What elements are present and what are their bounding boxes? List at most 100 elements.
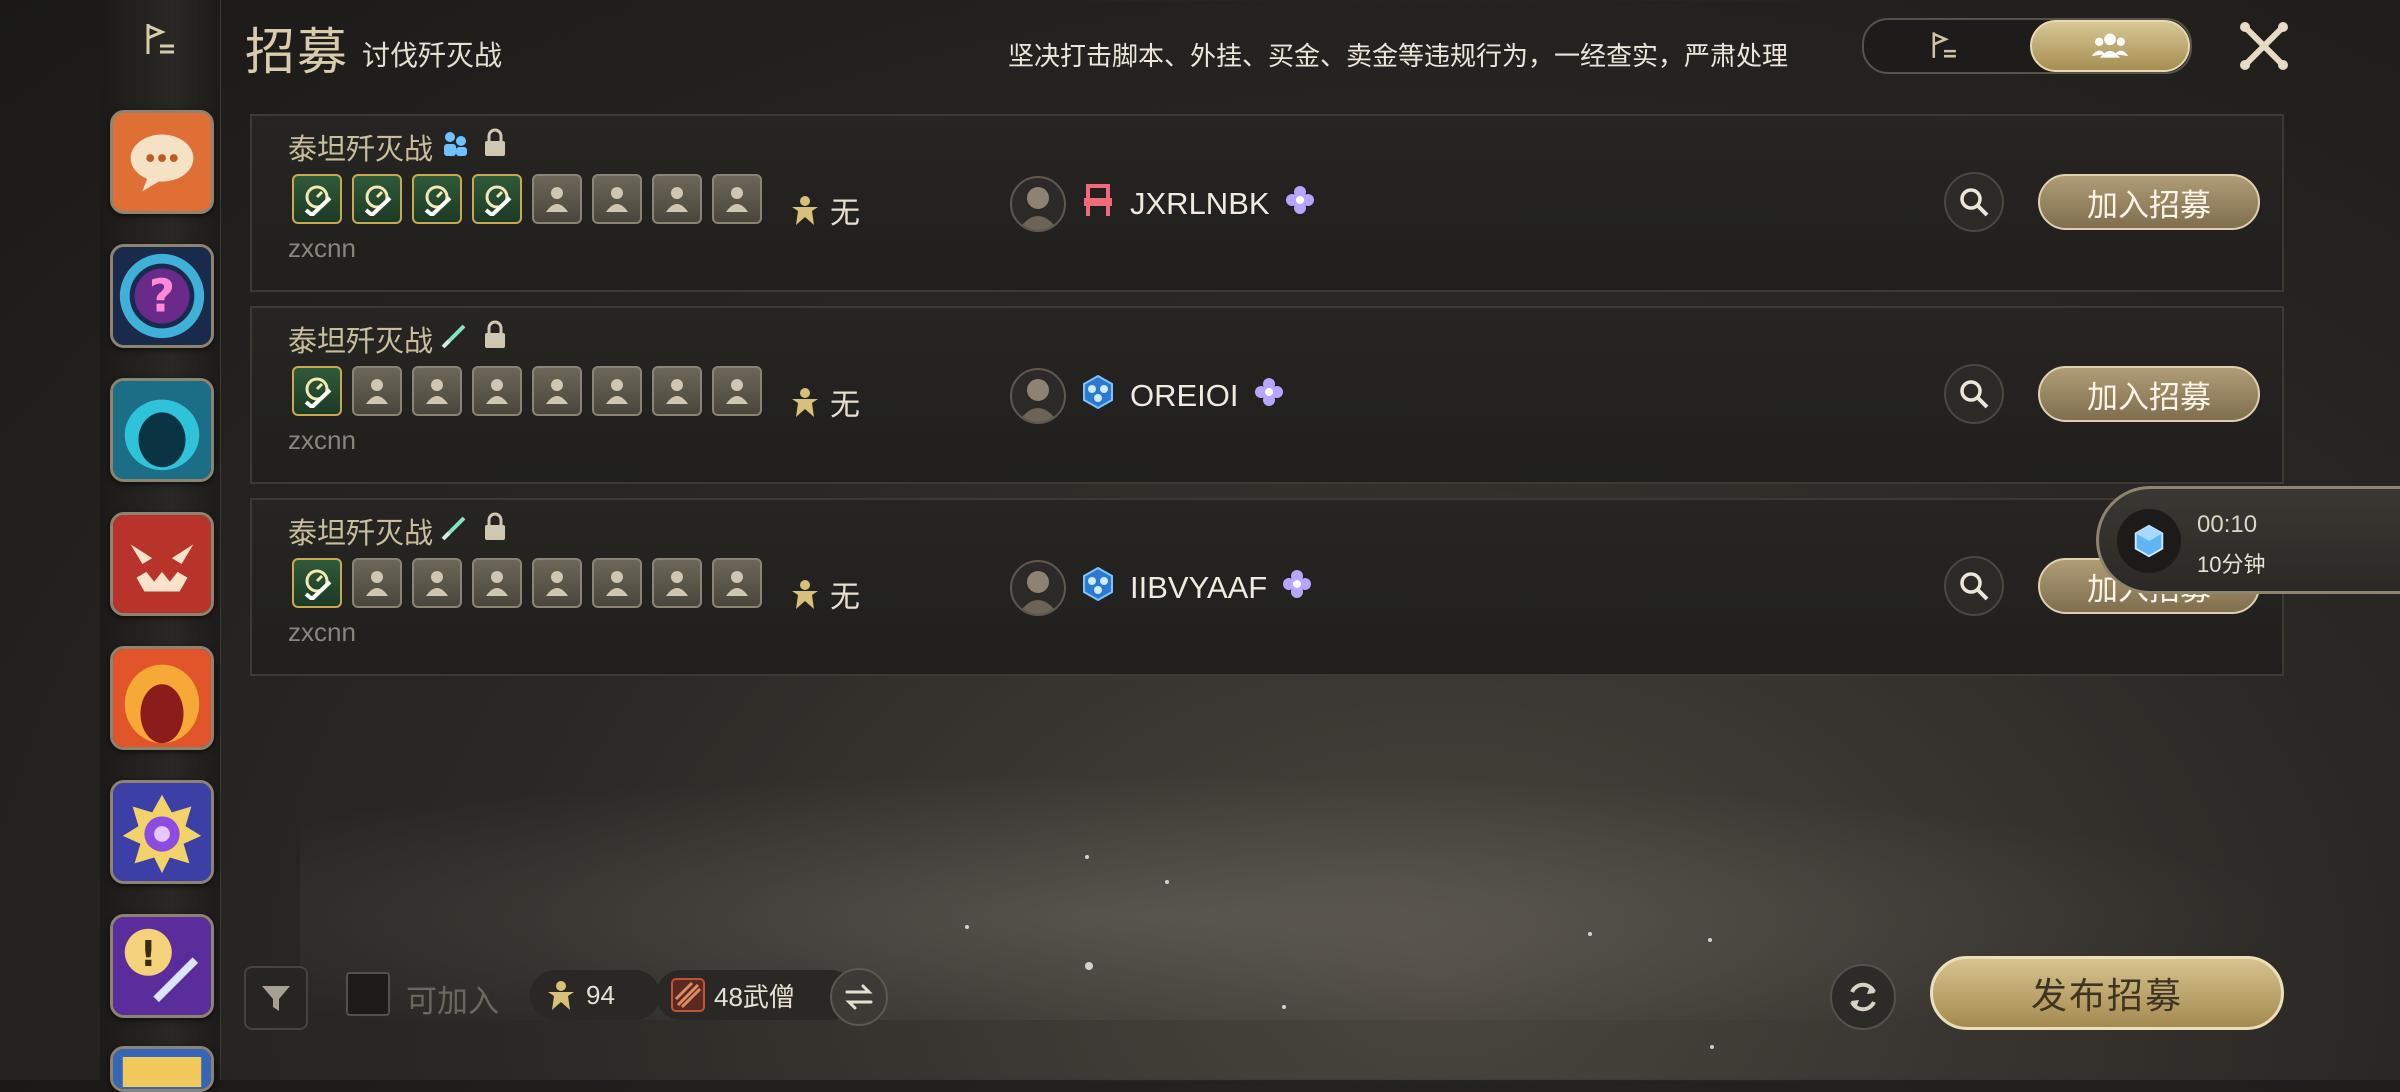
cube-icon bbox=[2134, 524, 2164, 558]
job-value: 48武僧 bbox=[714, 981, 795, 1012]
inspect-button[interactable] bbox=[1944, 364, 2004, 424]
lock-icon bbox=[482, 320, 508, 355]
party-leader: IIBVYAAF bbox=[1010, 560, 1313, 616]
job-display: 48武僧 bbox=[656, 970, 856, 1020]
party-shield-icon bbox=[1080, 374, 1116, 418]
duty-tags bbox=[440, 128, 508, 163]
recruit-owner: zxcnn bbox=[288, 617, 356, 647]
left-sidebar: ? ! bbox=[100, 0, 221, 1092]
party-slot-empty bbox=[712, 366, 762, 416]
ticket-icon bbox=[113, 1049, 211, 1089]
party-slot-empty bbox=[592, 366, 642, 416]
sparkle bbox=[965, 925, 969, 929]
item-level-requirement: 无 bbox=[788, 380, 860, 424]
join-recruit-button[interactable]: 加入招募 bbox=[2038, 174, 2260, 230]
party-slot-empty bbox=[712, 174, 762, 224]
recruit-owner: zxcnn bbox=[288, 233, 356, 263]
recruit-row[interactable]: 泰坦歼灭战 无 zxcnn IIBVYAAF 加入招募 bbox=[250, 498, 2284, 676]
item-level-icon bbox=[792, 580, 818, 609]
lock-icon bbox=[482, 128, 508, 163]
list-flag-icon bbox=[146, 24, 174, 54]
sword-icon bbox=[440, 320, 470, 355]
sparkle bbox=[1282, 1005, 1286, 1009]
duty-tags bbox=[440, 320, 508, 355]
view-toggle bbox=[1862, 18, 2192, 74]
leader-name: IIBVYAAF bbox=[1130, 570, 1268, 605]
joinable-checkbox[interactable] bbox=[346, 972, 390, 1016]
sidebar-quest-button[interactable]: ! bbox=[110, 914, 214, 1018]
party-leader: JXRLNBK bbox=[1010, 176, 1316, 232]
item-level-display: 94 bbox=[530, 970, 660, 1020]
queue-timer-popup[interactable]: 00:10 10分钟 bbox=[2096, 486, 2400, 594]
party-slot-empty bbox=[652, 558, 702, 608]
inspect-button[interactable] bbox=[1944, 556, 2004, 616]
recruit-row[interactable]: 泰坦歼灭战 无 zxcnn JXRLNBK 加入招募 bbox=[250, 114, 2284, 292]
sparkle bbox=[1085, 962, 1093, 970]
monk-job-icon bbox=[671, 978, 705, 1012]
sword-alert-icon: ! bbox=[113, 917, 211, 1015]
flower-icon bbox=[1253, 376, 1285, 416]
filter-button[interactable] bbox=[244, 966, 308, 1030]
party-icon bbox=[2091, 33, 2129, 58]
sidebar-trial-button[interactable] bbox=[110, 512, 214, 616]
refresh-button[interactable] bbox=[1830, 964, 1896, 1030]
join-recruit-button[interactable]: 加入招募 bbox=[2038, 366, 2260, 422]
avatar[interactable] bbox=[1010, 368, 1066, 424]
sidebar-dungeon-button[interactable] bbox=[110, 378, 214, 482]
sidebar-chat-button[interactable] bbox=[110, 110, 214, 214]
swap-job-button[interactable] bbox=[830, 968, 888, 1026]
svg-text:?: ? bbox=[149, 270, 175, 323]
close-button[interactable] bbox=[2236, 18, 2292, 74]
joinable-label: 可加入 bbox=[406, 984, 499, 1019]
item-level-icon bbox=[792, 196, 818, 225]
publish-recruit-button[interactable]: 发布招募 bbox=[1930, 956, 2284, 1030]
item-level-requirement: 无 bbox=[788, 188, 860, 232]
sidebar-help-button[interactable]: ? bbox=[110, 244, 214, 348]
party-slot-empty bbox=[712, 558, 762, 608]
avatar[interactable] bbox=[1010, 176, 1066, 232]
toggle-list-view[interactable] bbox=[1864, 20, 2024, 72]
list-flag-icon bbox=[1932, 32, 1956, 58]
chair-icon bbox=[1080, 182, 1116, 226]
inspect-button[interactable] bbox=[1944, 172, 2004, 232]
sparkle bbox=[1710, 1045, 1714, 1049]
filter-icon bbox=[262, 986, 290, 1011]
search-icon bbox=[1960, 380, 1989, 409]
search-icon bbox=[1960, 188, 1989, 217]
party-slot-filled bbox=[292, 366, 342, 416]
sparkle bbox=[1085, 855, 1089, 859]
lock-icon bbox=[482, 512, 508, 547]
sidebar-pvp-button[interactable] bbox=[110, 780, 214, 884]
svg-text:!: ! bbox=[140, 934, 156, 975]
party-slot-empty bbox=[412, 366, 462, 416]
party-slot-filled bbox=[292, 174, 342, 224]
refresh-icon bbox=[1850, 982, 1876, 1012]
party-slot-filled bbox=[412, 174, 462, 224]
flower-icon bbox=[1284, 184, 1316, 224]
toggle-party-view[interactable] bbox=[2030, 20, 2190, 72]
sidebar-ticket-button[interactable] bbox=[110, 1046, 214, 1092]
menu-list-button[interactable] bbox=[100, 0, 220, 80]
party-slot-empty bbox=[472, 558, 522, 608]
timer-label: 10分钟 bbox=[2197, 552, 2266, 577]
party-slot-filled bbox=[352, 174, 402, 224]
party-slot-filled bbox=[472, 174, 522, 224]
party-slot-empty bbox=[592, 558, 642, 608]
requirement-value: 无 bbox=[830, 581, 860, 614]
duty-name: 泰坦歼灭战 bbox=[288, 134, 434, 166]
sidebar-raid-button[interactable] bbox=[110, 646, 214, 750]
portal-icon bbox=[113, 381, 211, 479]
requirement-value: 无 bbox=[830, 389, 860, 422]
flower-icon bbox=[1281, 568, 1313, 608]
recruit-row[interactable]: 泰坦歼灭战 无 zxcnn OREIOI 加入招募 bbox=[250, 306, 2284, 484]
avatar[interactable] bbox=[1010, 560, 1066, 616]
page-title: 招募 bbox=[245, 24, 349, 80]
party-slot-empty bbox=[592, 174, 642, 224]
sword-icon bbox=[440, 512, 470, 547]
duty-tags bbox=[440, 512, 508, 547]
party-slot-empty bbox=[532, 558, 582, 608]
requirement-value: 无 bbox=[830, 197, 860, 230]
party-leader: OREIOI bbox=[1010, 368, 1285, 424]
party-slots bbox=[292, 558, 762, 608]
star-crystal-icon bbox=[113, 783, 211, 881]
